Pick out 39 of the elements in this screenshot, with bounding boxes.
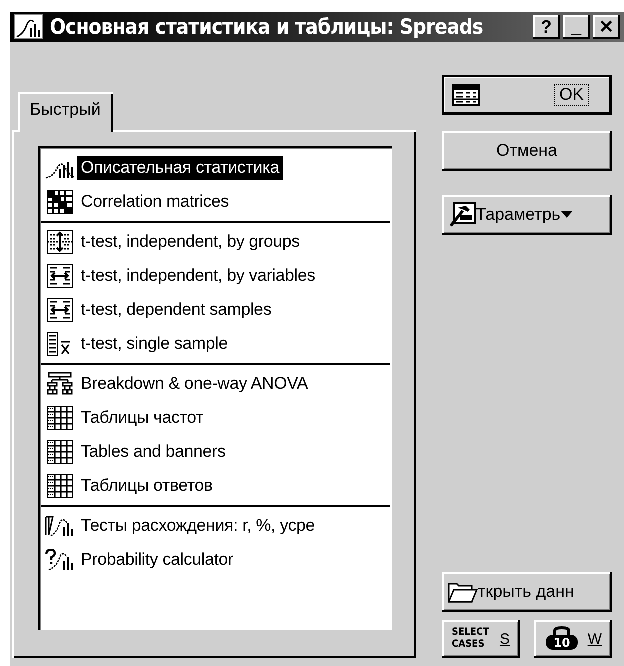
- list-item[interactable]: Тесты расхождения: r, %, усре: [77, 514, 320, 538]
- open-data-button[interactable]: ткрыть данн: [442, 572, 612, 612]
- list-item[interactable]: t-test, dependent samples: [77, 298, 276, 322]
- options-button[interactable]: Тараметрь: [442, 195, 612, 235]
- list-mean-icon: [47, 332, 73, 356]
- list-item[interactable]: t-test, independent, by groups: [77, 230, 304, 254]
- list-item[interactable]: Breakdown & one-way ANOVA: [77, 372, 312, 396]
- close-button[interactable]: ✕: [593, 15, 620, 39]
- list-item[interactable]: Probability calculator: [77, 548, 238, 572]
- help-button[interactable]: ?: [533, 15, 560, 39]
- list-item[interactable]: Таблицы частот: [77, 406, 208, 430]
- list-item[interactable]: t-test, single sample: [77, 332, 232, 356]
- list-item[interactable]: Описательная статистика: [77, 156, 284, 180]
- cancel-button[interactable]: Отмена: [442, 131, 612, 171]
- hammer-icon: [448, 202, 476, 228]
- list-item[interactable]: Tables and banners: [77, 440, 230, 464]
- table-arrows-icon: [47, 298, 73, 322]
- list-item[interactable]: Таблицы ответов: [77, 474, 217, 498]
- table-icon: [452, 84, 480, 106]
- ok-button[interactable]: OK: [442, 75, 612, 115]
- window-title: Основная статистика и таблицы: Spreads: [50, 15, 484, 39]
- table-arrows-icon: [47, 264, 73, 288]
- list-item[interactable]: t-test, independent, by variables: [77, 264, 320, 288]
- analysis-list[interactable]: [38, 146, 392, 630]
- grid-icon: [47, 406, 73, 430]
- grid-icon: [47, 440, 73, 464]
- tree-icon: [46, 372, 74, 396]
- grid-icon: [47, 474, 73, 498]
- weight-button[interactable]: 10 W: [534, 620, 612, 658]
- tab[interactable]: Быстрый: [18, 92, 113, 132]
- list-item[interactable]: Correlation matrices: [77, 190, 234, 214]
- app-icon: [14, 14, 44, 40]
- chart-icon: [45, 549, 75, 571]
- chart-icon: [45, 515, 75, 537]
- table-arrows-icon: [47, 230, 73, 254]
- minimize-button[interactable]: _: [563, 15, 590, 39]
- select-cases-button[interactable]: SELECT CASES S: [442, 620, 520, 658]
- matrix-icon: [47, 190, 73, 214]
- caret-icon: [560, 211, 573, 219]
